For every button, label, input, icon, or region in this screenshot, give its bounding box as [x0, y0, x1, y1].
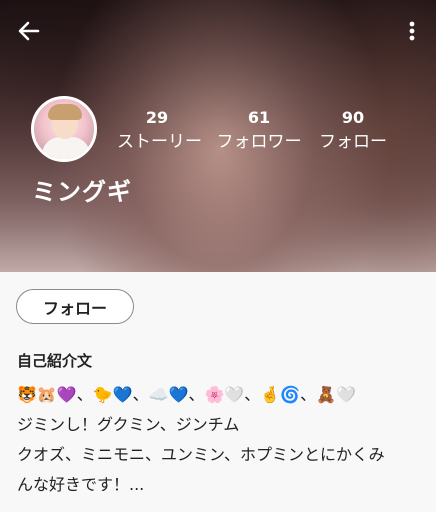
avatar[interactable]	[31, 96, 97, 162]
stat-followers-label: フォロワー	[216, 132, 302, 152]
bio-line: ジミンし！グクミン、ジンチム	[17, 415, 240, 434]
stat-stories[interactable]: 29 ストーリー	[117, 108, 202, 153]
more-options-button[interactable]	[402, 16, 422, 46]
bio-title: 自己紹介文	[17, 352, 93, 370]
bio-text: 🐯🐹💜、🐤💙、☁️💙、🌸🤍、🤞🌀、🧸🤍 ジミンし！グクミン、ジンチム クオズ、ミ…	[17, 380, 427, 500]
profile-header-photo: 29 ストーリー 61 フォロワー 90 フォロー ミングギ	[0, 0, 436, 272]
stat-stories-label: ストーリー	[117, 132, 202, 152]
arrow-left-icon	[18, 21, 40, 41]
back-button[interactable]	[14, 16, 44, 46]
follow-button[interactable]: フォロー	[16, 289, 134, 324]
bio-line: クオズ、ミニモニ、ユンミン、ホプミンとにかくみ	[17, 445, 385, 464]
stat-followers[interactable]: 61 フォロワー	[216, 108, 302, 153]
bio-line-emoji: 🐯🐹💜、🐤💙、☁️💙、🌸🤍、🤞🌀、🧸🤍	[17, 385, 356, 404]
more-vertical-icon	[409, 21, 415, 41]
stat-following-count: 90	[341, 108, 365, 127]
stat-stories-count: 29	[145, 108, 169, 127]
stat-followers-count: 61	[247, 108, 271, 127]
bio-line: んな好きです！...	[17, 475, 145, 494]
profile-name: ミングギ	[32, 178, 132, 206]
stat-following[interactable]: 90 フォロー	[318, 108, 388, 153]
stat-following-label: フォロー	[319, 132, 387, 152]
